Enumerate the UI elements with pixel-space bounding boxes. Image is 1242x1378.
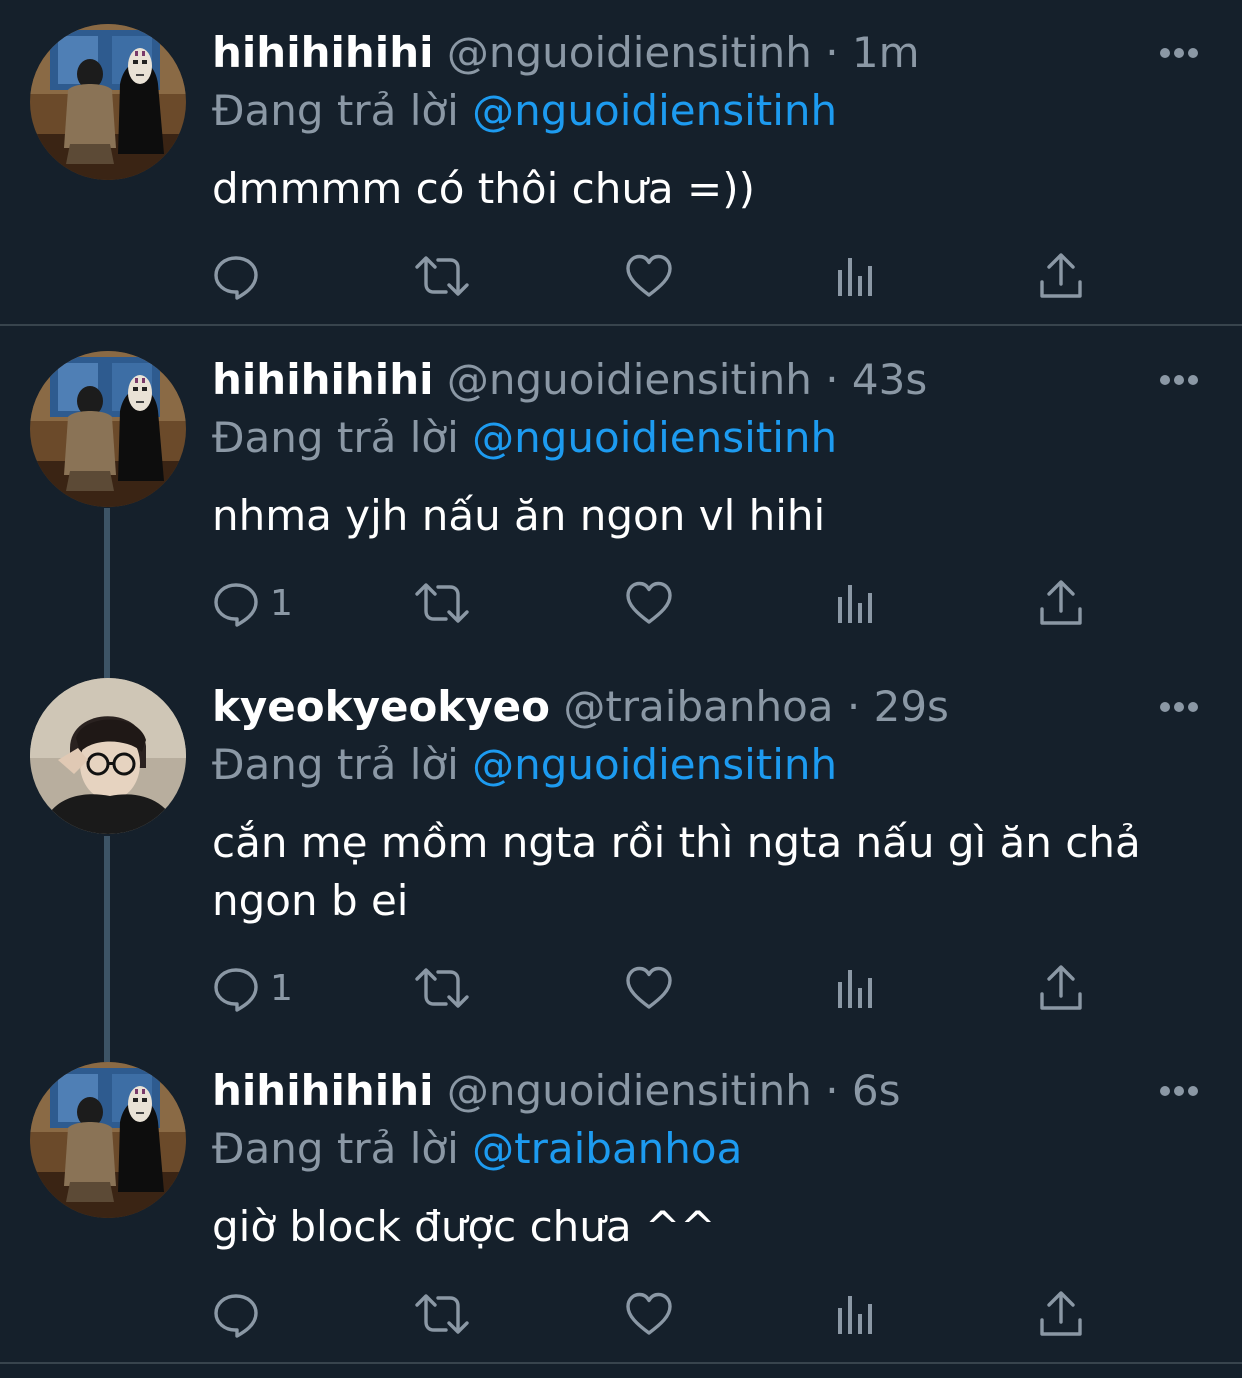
tweet-text: cắn mẹ mồm ngta rồi thì ngta nấu gì ăn c… <box>212 814 1202 930</box>
avatar[interactable] <box>30 1062 186 1218</box>
reply-context: Đang trả lời @nguoidiensitinh <box>212 88 837 134</box>
retweet-button[interactable] <box>414 960 470 1016</box>
avatar[interactable] <box>30 351 186 507</box>
display-name[interactable]: hihihihihi <box>212 1066 433 1115</box>
analytics-icon <box>832 579 880 627</box>
reply-prefix: Đang trả lời <box>212 413 459 462</box>
user-handle[interactable]: @traibanhoa <box>563 682 833 731</box>
retweet-icon <box>414 964 470 1012</box>
share-button[interactable] <box>1037 575 1085 631</box>
retweet-button[interactable] <box>414 1286 470 1342</box>
separator-dot: · <box>825 1066 839 1115</box>
user-handle[interactable]: @nguoidiensitinh <box>447 355 812 404</box>
like-button[interactable] <box>625 960 673 1016</box>
reply-icon <box>212 579 260 627</box>
reply-mention[interactable]: @nguoidiensitinh <box>472 86 837 135</box>
like-icon <box>625 579 673 627</box>
like-icon <box>625 252 673 300</box>
reply-context: Đang trả lời @traibanhoa <box>212 1126 742 1172</box>
reply-mention[interactable]: @traibanhoa <box>472 1124 742 1173</box>
display-name[interactable]: kyeokyeokyeo <box>212 682 550 731</box>
reply-button[interactable]: 1 <box>212 575 293 631</box>
tweet-text: nhma yjh nấu ăn ngon vl hihi <box>212 491 826 540</box>
timestamp[interactable]: 1m <box>852 28 920 77</box>
like-button[interactable] <box>625 575 673 631</box>
more-icon[interactable] <box>1158 700 1200 714</box>
analytics-button[interactable] <box>832 575 880 631</box>
timestamp[interactable]: 6s <box>852 1066 901 1115</box>
tweet-header: hihihihihi @nguoidiensitinh · 1m <box>212 30 920 76</box>
divider <box>0 324 1242 326</box>
analytics-icon <box>832 1290 880 1338</box>
divider <box>0 1362 1242 1364</box>
tweet-header: hihihihihi @nguoidiensitinh · 43s <box>212 357 927 403</box>
reply-mention[interactable]: @nguoidiensitinh <box>472 740 837 789</box>
timestamp[interactable]: 29s <box>874 682 949 731</box>
separator-dot: · <box>825 355 839 404</box>
retweet-button[interactable] <box>414 575 470 631</box>
reply-icon <box>212 964 260 1012</box>
reply-prefix: Đang trả lời <box>212 86 459 135</box>
analytics-icon <box>832 964 880 1012</box>
avatar[interactable] <box>30 678 186 834</box>
reply-icon <box>212 1290 260 1338</box>
like-button[interactable] <box>625 1286 673 1342</box>
tweet[interactable]: hihihihihi @nguoidiensitinh · 43s Đang t… <box>0 327 1242 657</box>
more-icon[interactable] <box>1158 373 1200 387</box>
tweet-text-line: ngon b ei <box>212 876 409 925</box>
share-icon <box>1037 252 1085 300</box>
share-icon <box>1037 579 1085 627</box>
retweet-icon <box>414 252 470 300</box>
like-icon <box>625 1290 673 1338</box>
reply-prefix: Đang trả lời <box>212 740 459 789</box>
like-button[interactable] <box>625 248 673 304</box>
more-icon[interactable] <box>1158 46 1200 60</box>
tweet-text: dmmmm có thôi chưa =)) <box>212 164 755 213</box>
reply-icon <box>212 252 260 300</box>
display-name[interactable]: hihihihihi <box>212 355 433 404</box>
action-bar <box>212 1286 1092 1342</box>
tweet-text-line: cắn mẹ mồm ngta rồi thì ngta nấu gì ăn c… <box>212 818 1141 867</box>
reply-context: Đang trả lời @nguoidiensitinh <box>212 742 837 788</box>
reply-count: 1 <box>270 967 293 1009</box>
like-icon <box>625 964 673 1012</box>
tweet[interactable]: hihihihihi @nguoidiensitinh · 1m Đang tr… <box>0 0 1242 324</box>
more-icon[interactable] <box>1158 1084 1200 1098</box>
tweet-header: hihihihihi @nguoidiensitinh · 6s <box>212 1068 901 1114</box>
user-handle[interactable]: @nguoidiensitinh <box>447 28 812 77</box>
retweet-button[interactable] <box>414 248 470 304</box>
tweet-text: giờ block được chưa ^^ <box>212 1202 716 1251</box>
separator-dot: · <box>825 28 839 77</box>
retweet-icon <box>414 1290 470 1338</box>
reply-button[interactable] <box>212 248 270 304</box>
analytics-button[interactable] <box>832 960 880 1016</box>
action-bar <box>212 248 1092 304</box>
share-button[interactable] <box>1037 1286 1085 1342</box>
share-button[interactable] <box>1037 960 1085 1016</box>
reply-context: Đang trả lời @nguoidiensitinh <box>212 415 837 461</box>
analytics-button[interactable] <box>832 1286 880 1342</box>
separator-dot: · <box>846 682 861 731</box>
retweet-icon <box>414 579 470 627</box>
timestamp[interactable]: 43s <box>852 355 927 404</box>
tweet[interactable]: hihihihihi @nguoidiensitinh · 6s Đang tr… <box>0 1038 1242 1362</box>
action-bar: 1 <box>212 960 1092 1016</box>
display-name[interactable]: hihihihihi <box>212 28 433 77</box>
action-bar: 1 <box>212 575 1092 631</box>
tweet[interactable]: kyeokyeokyeo @traibanhoa · 29s Đang trả … <box>0 654 1242 1040</box>
avatar[interactable] <box>30 24 186 180</box>
reply-count: 1 <box>270 582 293 624</box>
share-icon <box>1037 1290 1085 1338</box>
reply-prefix: Đang trả lời <box>212 1124 459 1173</box>
analytics-button[interactable] <box>832 248 880 304</box>
reply-button[interactable] <box>212 1286 270 1342</box>
reply-mention[interactable]: @nguoidiensitinh <box>472 413 837 462</box>
reply-button[interactable]: 1 <box>212 960 293 1016</box>
user-handle[interactable]: @nguoidiensitinh <box>447 1066 812 1115</box>
share-button[interactable] <box>1037 248 1085 304</box>
share-icon <box>1037 964 1085 1012</box>
analytics-icon <box>832 252 880 300</box>
tweet-header: kyeokyeokyeo @traibanhoa · 29s <box>212 684 949 730</box>
